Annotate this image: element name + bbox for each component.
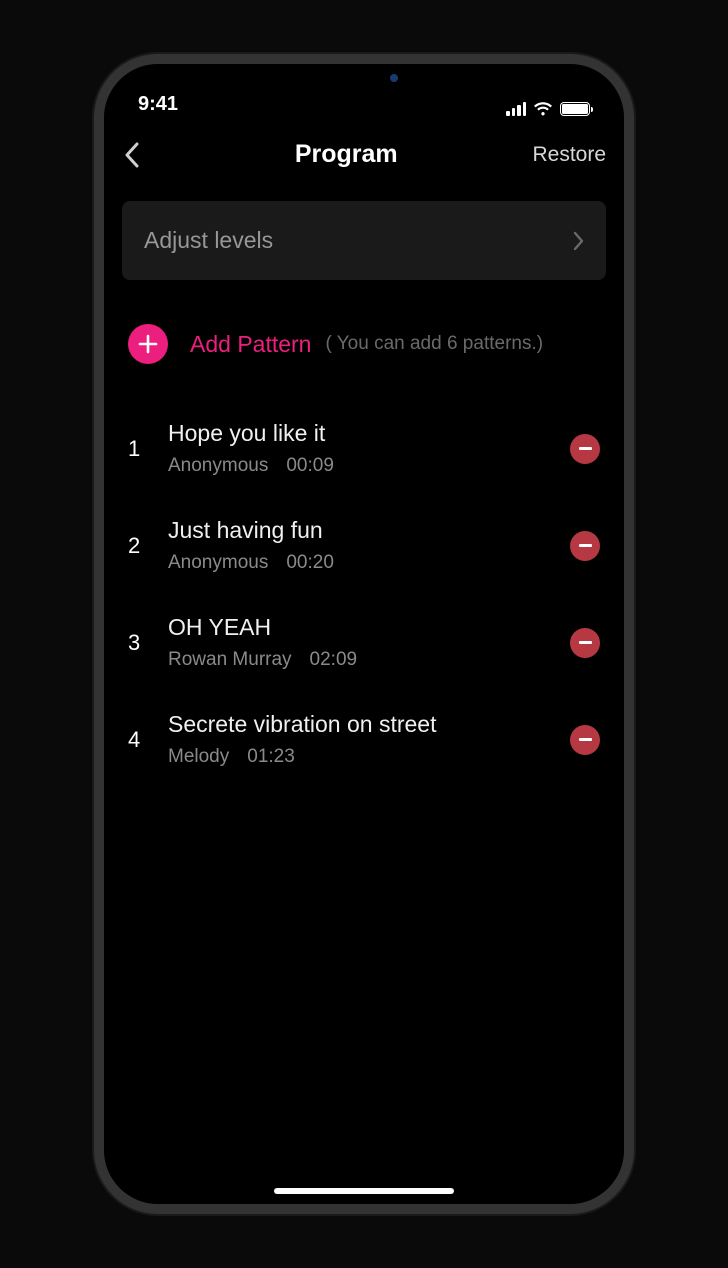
pattern-info: Secrete vibration on street Melody 01:23 xyxy=(168,711,570,768)
add-pattern-hint: ( You can add 6 patterns.) xyxy=(325,333,543,355)
pattern-row[interactable]: 3 OH YEAH Rowan Murray 02:09 xyxy=(122,594,606,691)
add-pattern-row: Add Pattern ( You can add 6 patterns.) xyxy=(122,324,606,364)
nav-bar: Program Restore xyxy=(104,118,624,179)
cellular-signal-icon xyxy=(506,102,526,116)
content: Adjust levels Add Pattern ( You can add … xyxy=(104,179,624,1204)
pattern-duration: 00:09 xyxy=(286,455,334,477)
pattern-author: Anonymous xyxy=(168,455,268,477)
delete-button[interactable] xyxy=(570,628,600,658)
pattern-meta: Rowan Murray 02:09 xyxy=(168,649,570,671)
add-pattern-label[interactable]: Add Pattern xyxy=(190,331,311,358)
pattern-meta: Anonymous 00:20 xyxy=(168,552,570,574)
pattern-meta: Anonymous 00:09 xyxy=(168,455,570,477)
pattern-meta: Melody 01:23 xyxy=(168,746,570,768)
pattern-list: 1 Hope you like it Anonymous 00:09 2 Jus… xyxy=(122,400,606,788)
camera-dot xyxy=(390,74,398,82)
pattern-row[interactable]: 2 Just having fun Anonymous 00:20 xyxy=(122,497,606,594)
adjust-levels-label: Adjust levels xyxy=(144,227,273,254)
plus-icon xyxy=(138,334,158,354)
status-time: 9:41 xyxy=(138,93,178,116)
battery-icon xyxy=(560,102,590,116)
delete-button[interactable] xyxy=(570,725,600,755)
pattern-row[interactable]: 4 Secrete vibration on street Melody 01:… xyxy=(122,691,606,788)
delete-button[interactable] xyxy=(570,434,600,464)
pattern-number: 1 xyxy=(128,436,168,462)
pattern-number: 4 xyxy=(128,727,168,753)
restore-button[interactable]: Restore xyxy=(532,143,606,167)
add-pattern-button[interactable] xyxy=(128,324,168,364)
pattern-row[interactable]: 1 Hope you like it Anonymous 00:09 xyxy=(122,400,606,497)
delete-button[interactable] xyxy=(570,531,600,561)
screen: 9:41 Program Restore Adjus xyxy=(104,64,624,1204)
chevron-right-icon xyxy=(573,231,584,251)
pattern-author: Melody xyxy=(168,746,229,768)
pattern-duration: 00:20 xyxy=(286,552,334,574)
back-button[interactable] xyxy=(116,142,160,168)
pattern-title: Hope you like it xyxy=(168,420,570,447)
page-title: Program xyxy=(295,140,398,169)
home-indicator[interactable] xyxy=(274,1188,454,1194)
pattern-author: Anonymous xyxy=(168,552,268,574)
pattern-title: OH YEAH xyxy=(168,614,570,641)
pattern-number: 3 xyxy=(128,630,168,656)
pattern-info: OH YEAH Rowan Murray 02:09 xyxy=(168,614,570,671)
status-icons xyxy=(506,102,590,116)
pattern-info: Hope you like it Anonymous 00:09 xyxy=(168,420,570,477)
pattern-info: Just having fun Anonymous 00:20 xyxy=(168,517,570,574)
pattern-author: Rowan Murray xyxy=(168,649,292,671)
pattern-title: Secrete vibration on street xyxy=(168,711,570,738)
phone-frame: 9:41 Program Restore Adjus xyxy=(94,54,634,1214)
pattern-number: 2 xyxy=(128,533,168,559)
pattern-duration: 02:09 xyxy=(310,649,358,671)
adjust-levels-row[interactable]: Adjust levels xyxy=(122,201,606,280)
pattern-title: Just having fun xyxy=(168,517,570,544)
notch xyxy=(254,64,474,100)
wifi-icon xyxy=(533,102,553,116)
pattern-duration: 01:23 xyxy=(247,746,295,768)
